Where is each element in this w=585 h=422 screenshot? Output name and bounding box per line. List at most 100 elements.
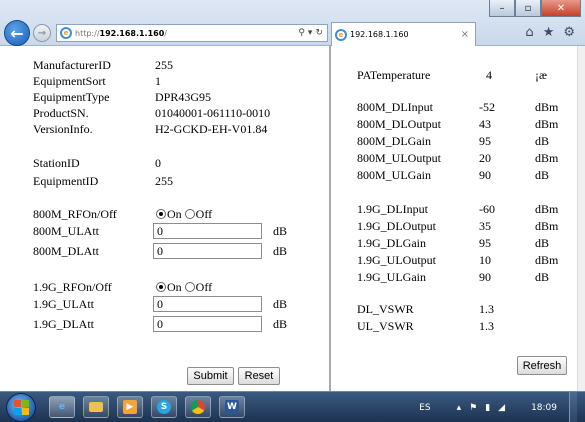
info-value: 01040001-061110-0010 [155, 106, 271, 120]
rf-800m-on-radio[interactable] [156, 209, 166, 219]
dl-vswr-row: DL_VSWR 1.3 [357, 301, 567, 317]
status-label: 1.9G_ULGain [357, 270, 426, 284]
unit-label: dB [273, 224, 288, 238]
status-row: 800M_ULGain 90 dB [357, 167, 567, 183]
dl-att-19g-row: 1.9G_DLAtt dB [33, 316, 313, 332]
radio-on-label: On [167, 280, 182, 294]
info-label: ManufacturerID [33, 58, 111, 72]
status-value: 1.3 [479, 319, 494, 333]
taskbar-chrome-icon[interactable] [185, 396, 211, 418]
status-label: 800M_DLGain [357, 134, 431, 148]
status-label: 800M_DLOutput [357, 117, 441, 131]
close-window-button[interactable]: ✕ [541, 0, 581, 17]
status-value: 95 [479, 134, 491, 148]
status-unit: dBm [535, 117, 559, 131]
status-unit: dB [535, 236, 550, 250]
status-label: 1.9G_DLInput [357, 202, 428, 216]
browser-tab[interactable]: e 192.168.1.160 × [331, 22, 476, 46]
taskbar-folder-icon[interactable] [83, 396, 109, 418]
taskbar-ie-icon[interactable]: e [49, 396, 75, 418]
refresh-button[interactable]: Refresh [517, 356, 567, 375]
dl-att-19g-input[interactable] [153, 316, 262, 332]
taskbar-skype-icon[interactable]: S [151, 396, 177, 418]
show-hidden-icons-icon[interactable]: ▴ [457, 403, 462, 413]
status-value: 43 [479, 117, 491, 131]
browser-chrome: – ▫ ✕ ← → e http://192.168.1.160/ ⚲ ▾ ↻ … [0, 0, 585, 46]
status-value: 1.3 [479, 302, 494, 316]
status-label: UL_VSWR [357, 319, 414, 333]
dl-att-800m-input[interactable] [153, 243, 262, 259]
status-label: 1.9G_DLOutput [357, 219, 436, 233]
minimize-button[interactable]: – [489, 0, 515, 17]
unit-label: dB [273, 317, 288, 331]
submit-button[interactable]: Submit [187, 367, 234, 385]
favorites-icon[interactable]: ★ [543, 25, 555, 40]
status-unit: dBm [535, 202, 559, 216]
unit-label: dB [273, 297, 288, 311]
address-bar[interactable]: e http://192.168.1.160/ ⚲ ▾ ↻ [56, 24, 328, 42]
window-controls: – ▫ ✕ [489, 0, 581, 18]
status-value: 90 [479, 168, 491, 182]
rf-800m-row: 800M_RFOn/Off On Off [33, 206, 313, 222]
status-row: 800M_DLOutput 43 dBm [357, 116, 567, 132]
battery-icon[interactable]: ▮ [485, 403, 490, 413]
info-label: VersionInfo. [33, 122, 93, 136]
status-row: 1.9G_ULOutput 10 dBm [357, 252, 567, 268]
status-row: 1.9G_ULGain 90 dB [357, 269, 567, 285]
rf-19g-off-radio[interactable] [184, 282, 195, 292]
maximize-button[interactable]: ▫ [515, 0, 541, 17]
rf-19g-label: 1.9G_RFOn/Off [33, 280, 112, 294]
address-url[interactable]: http://192.168.1.160/ [75, 29, 167, 38]
radio-off-label: Off [195, 207, 213, 221]
rf-19g-on-radio[interactable] [156, 282, 166, 292]
status-row: 1.9G_DLGain 95 dB [357, 235, 567, 251]
status-value: 10 [479, 253, 491, 267]
status-label: PATemperature [357, 68, 431, 82]
clock[interactable]: 18:09 [531, 403, 557, 413]
forward-button[interactable]: → [33, 24, 51, 42]
status-label: 800M_DLInput [357, 100, 433, 114]
action-center-flag-icon[interactable]: ⚑ [469, 403, 477, 413]
status-unit: dBm [535, 219, 559, 233]
rf-800m-label: 800M_RFOn/Off [33, 207, 117, 221]
status-unit: dB [535, 270, 550, 284]
settings-gear-icon[interactable]: ⚙ [563, 25, 575, 40]
status-value: -60 [479, 202, 495, 216]
status-label: DL_VSWR [357, 302, 414, 316]
search-icon[interactable]: ⚲ [298, 28, 305, 38]
home-icon[interactable]: ⌂ [525, 25, 533, 40]
refresh-icon[interactable]: ↻ [315, 28, 323, 38]
station-value: 255 [155, 174, 173, 188]
info-value: 1 [155, 74, 161, 88]
tab-close-icon[interactable]: × [461, 29, 469, 40]
ul-att-19g-input[interactable] [153, 296, 262, 312]
dropdown-icon[interactable]: ▾ [308, 28, 313, 38]
language-indicator[interactable]: ES [419, 403, 430, 413]
status-unit: dB [535, 168, 550, 182]
show-desktop-button[interactable] [569, 392, 577, 422]
start-button[interactable] [6, 393, 36, 422]
reset-button[interactable]: Reset [238, 367, 280, 385]
radio-on-label: On [167, 207, 182, 221]
ul-att-800m-input[interactable] [153, 223, 262, 239]
taskbar-media-icon[interactable]: ▶ [117, 396, 143, 418]
status-row: 800M_DLGain 95 dB [357, 133, 567, 149]
network-signal-icon[interactable]: ◢ [498, 403, 505, 413]
radio-off-label: Off [195, 280, 213, 294]
tab-page-icon: e [335, 28, 347, 41]
scrollbar[interactable] [577, 46, 585, 391]
station-value: 0 [155, 156, 161, 170]
dl-att-19g-label: 1.9G_DLAtt [33, 317, 94, 331]
dl-att-800m-row: 800M_DLAtt dB [33, 243, 313, 259]
taskbar-word-icon[interactable]: W [219, 396, 245, 418]
status-label: 800M_ULOutput [357, 151, 441, 165]
status-frame: PATemperature 4 ¡æ 800M_DLInput -52 dBm … [333, 46, 577, 391]
station-label: EquipmentID [33, 174, 99, 188]
rf-800m-off-radio[interactable] [184, 209, 195, 219]
status-label: 800M_ULGain [357, 168, 431, 182]
back-button[interactable]: ← [4, 20, 30, 46]
status-unit: dBm [535, 151, 559, 165]
pa-temperature-row: PATemperature 4 ¡æ [357, 67, 567, 83]
rf-19g-radio-group: On Off [156, 279, 212, 295]
status-value: 35 [479, 219, 491, 233]
